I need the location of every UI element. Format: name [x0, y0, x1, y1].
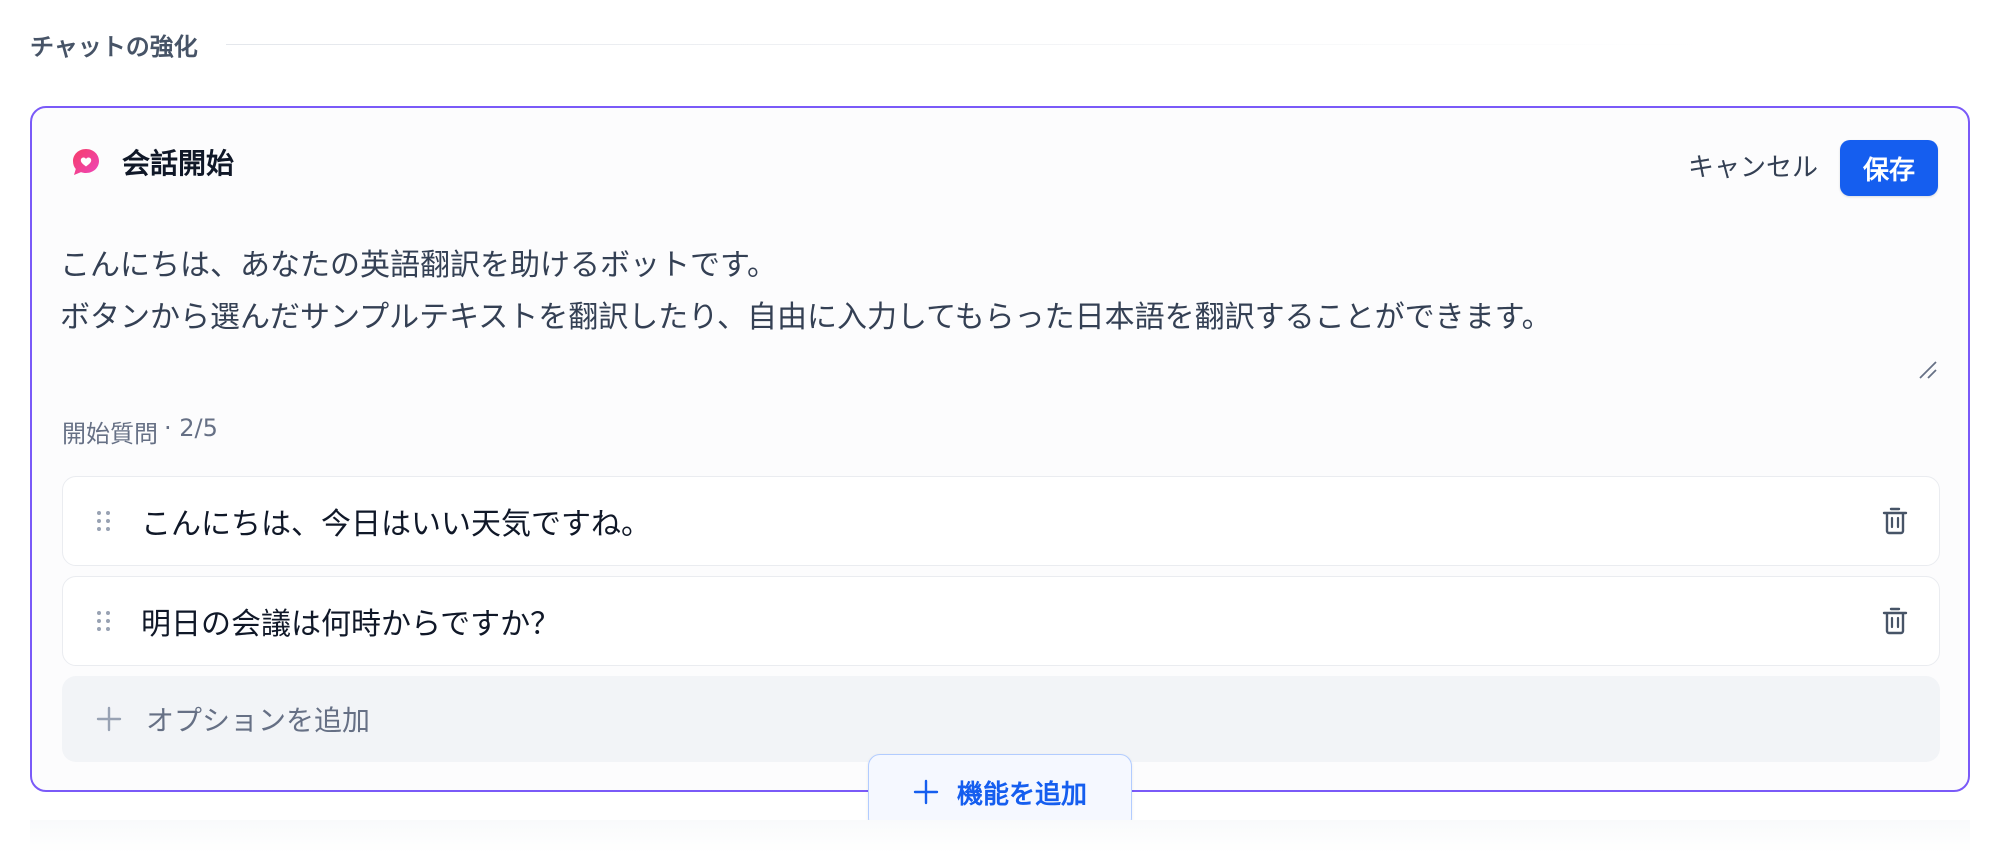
opening-message-line: こんにちは、あなたの英語翻訳を助けるボットです。 — [60, 248, 777, 283]
question-text[interactable]: こんにちは、今日はいい天気ですね。 — [141, 499, 1881, 543]
opening-questions-label: 開始質問 · 2/5 — [62, 414, 218, 449]
section-header: チャットの強化 — [30, 26, 1710, 62]
plus-icon — [913, 779, 939, 805]
question-item[interactable]: こんにちは、今日はいい天気ですね。 — [62, 476, 1940, 566]
add-option-label: オプションを追加 — [146, 704, 371, 737]
trash-icon[interactable] — [1881, 606, 1909, 636]
trash-icon[interactable] — [1881, 506, 1909, 536]
resize-handle-icon[interactable] — [1916, 358, 1938, 380]
card-header: 会話開始 — [70, 142, 234, 182]
chat-bubble-icon — [73, 149, 99, 175]
drag-handle-icon[interactable] — [97, 511, 117, 531]
add-feature-button[interactable]: 機能を追加 — [868, 754, 1132, 830]
add-feature-label: 機能を追加 — [956, 779, 1087, 810]
save-button[interactable]: 保存 — [1840, 140, 1938, 196]
add-option-button[interactable]: オプションを追加 — [62, 676, 1940, 762]
card-title: 会話開始 — [122, 147, 235, 180]
plus-icon — [96, 706, 122, 732]
section-title: チャットの強化 — [30, 32, 198, 61]
next-section-fade — [30, 820, 1970, 853]
opening-questions-count: · 2/5 — [164, 414, 218, 442]
opening-message-line: ボタンから選んだサンプルテキストを翻訳したり、自由に入力してもらった日本語を翻訳… — [60, 300, 1552, 335]
opening-questions-title: 開始質問 — [62, 420, 158, 448]
opening-message-textarea[interactable]: こんにちは、あなたの英語翻訳を助けるボットです。 ボタンから選んだサンプルテキス… — [60, 226, 1920, 366]
section-divider — [225, 43, 1710, 45]
question-text[interactable]: 明日の会議は何時からですか？ — [141, 599, 1881, 643]
conversation-opener-card: 会話開始 キャンセル 保存 こんにちは、あなたの英語翻訳を助けるボットです。 ボ… — [30, 106, 1970, 792]
cancel-button[interactable]: キャンセル — [1688, 146, 1818, 190]
drag-handle-icon[interactable] — [97, 611, 117, 631]
question-item[interactable]: 明日の会議は何時からですか？ — [62, 576, 1940, 666]
